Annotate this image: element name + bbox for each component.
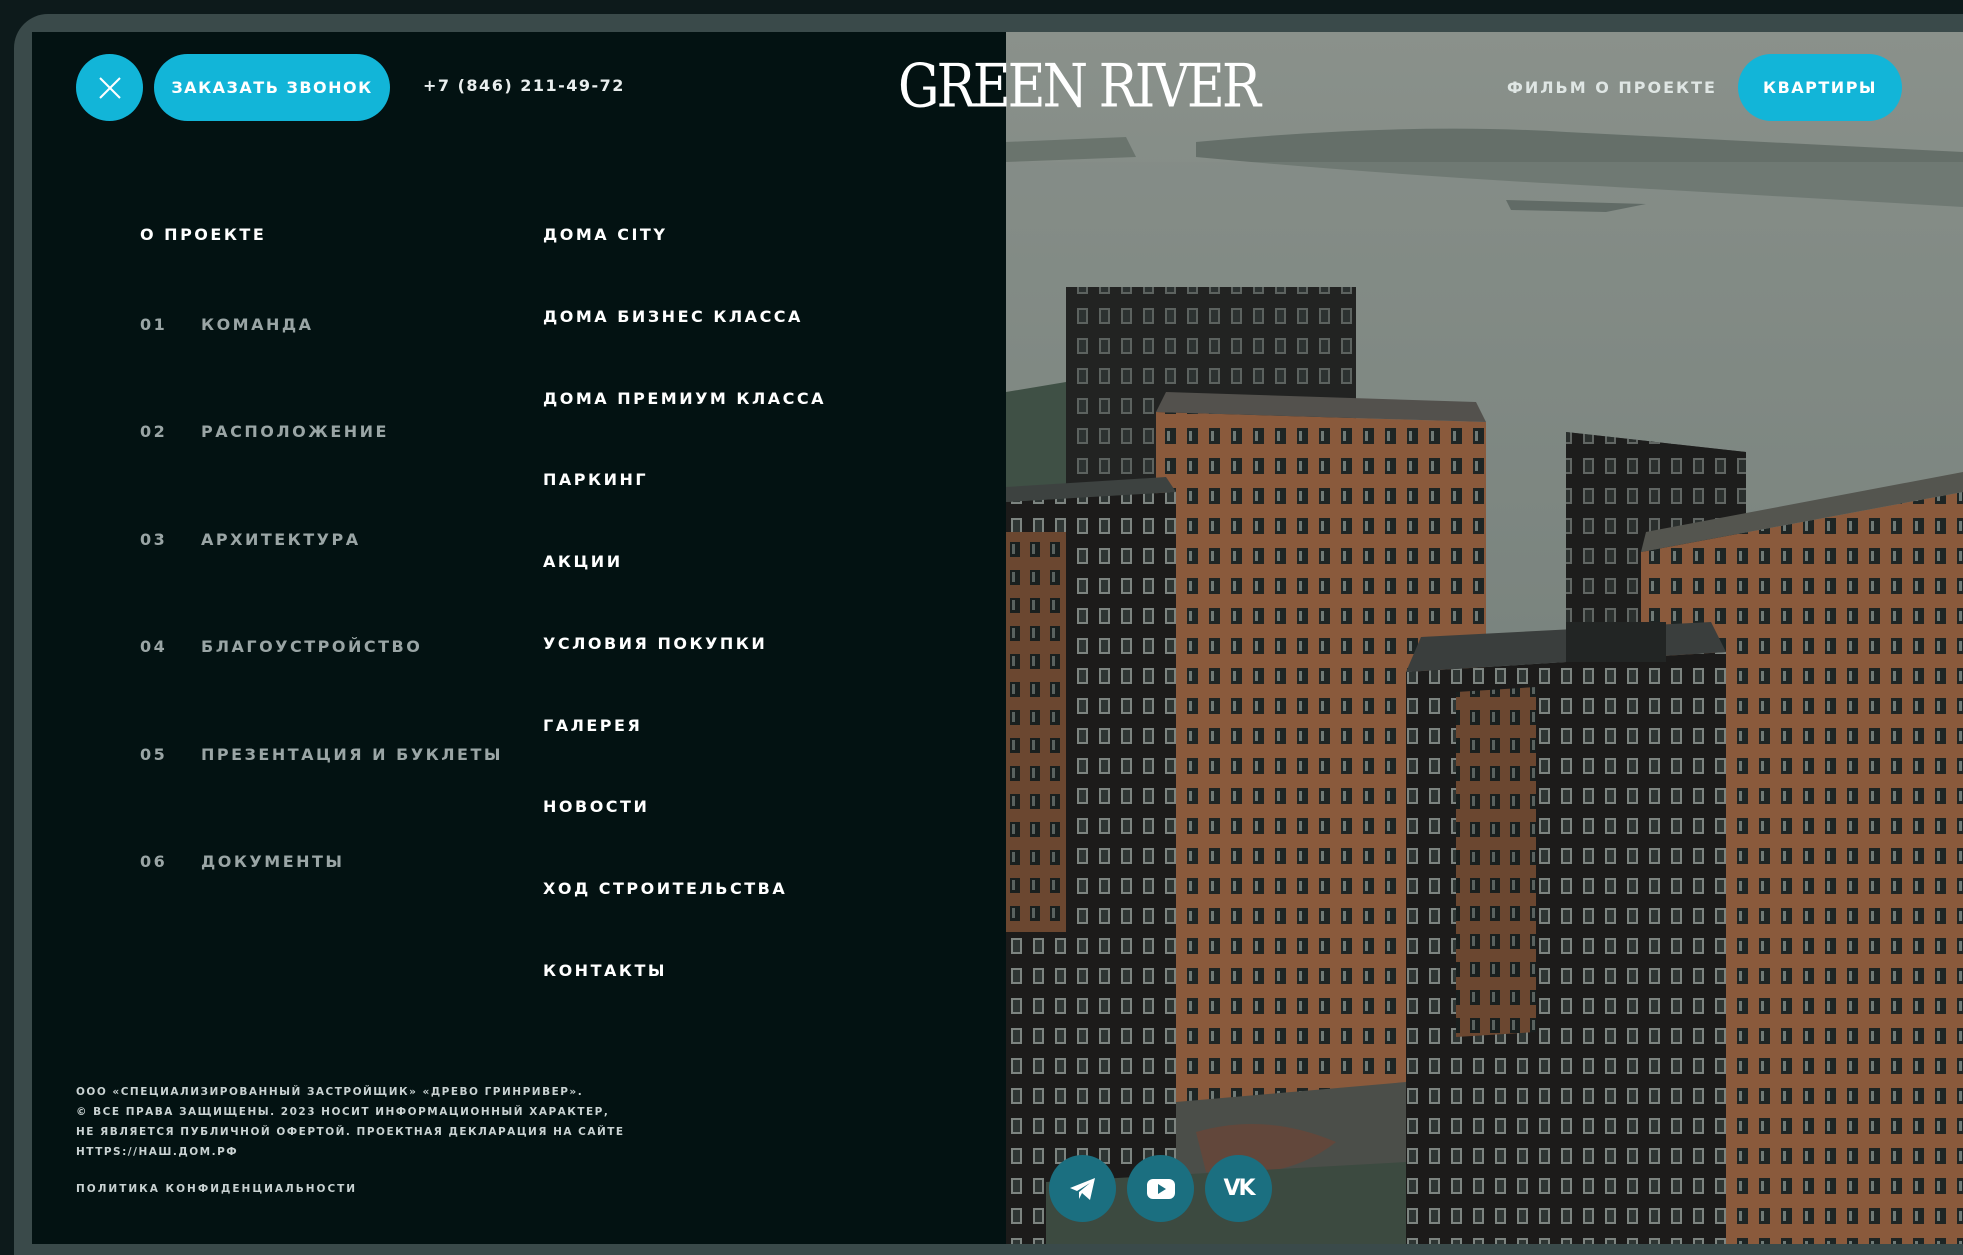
about-item-architecture[interactable]: 03 АРХИТЕКТУРА [140, 530, 361, 549]
apartments-button[interactable]: КВАРТИРЫ [1738, 54, 1902, 121]
about-item-location[interactable]: 02 РАСПОЛОЖЕНИЕ [140, 422, 389, 441]
menu-item-parking[interactable]: ПАРКИНГ [543, 470, 648, 489]
item-label: БЛАГОУСТРОЙСТВО [201, 637, 423, 656]
legal-line: НЕ ЯВЛЯЕТСЯ ПУБЛИЧНОЙ ОФЕРТОЙ. ПРОЕКТНАЯ… [76, 1126, 625, 1138]
legal-notice: ООО «СПЕЦИАЛИЗИРОВАННЫЙ ЗАСТРОЙЩИК» «ДРЕ… [76, 1082, 676, 1162]
item-number: 04 [140, 637, 168, 656]
menu-item-promotions[interactable]: АКЦИИ [543, 552, 623, 571]
youtube-icon [1146, 1178, 1175, 1199]
about-item-landscaping[interactable]: 04 БЛАГОУСТРОЙСТВО [140, 637, 422, 656]
phone-link[interactable]: +7 (846) 211-49-72 [423, 76, 625, 95]
buildings-illustration [1006, 32, 1963, 1244]
item-label: РАСПОЛОЖЕНИЕ [201, 422, 389, 441]
item-label: КОМАНДА [201, 315, 314, 334]
item-number: 02 [140, 422, 168, 441]
menu-item-news[interactable]: НОВОСТИ [543, 797, 649, 816]
item-label: ДОКУМЕНТЫ [201, 852, 345, 871]
telegram-button[interactable] [1049, 1155, 1116, 1222]
about-heading[interactable]: О ПРОЕКТЕ [140, 225, 266, 244]
close-icon [98, 76, 121, 99]
legal-line: © ВСЕ ПРАВА ЗАЩИЩЕНЫ. 2023 НОСИТ ИНФОРМА… [76, 1106, 610, 1118]
menu-item-premium[interactable]: ДОМА ПРЕМИУМ КЛАССА [543, 389, 826, 408]
menu-item-purchase-terms[interactable]: УСЛОВИЯ ПОКУПКИ [543, 634, 767, 653]
vk-button[interactable]: VK [1205, 1155, 1272, 1222]
item-number: 03 [140, 530, 168, 549]
youtube-button[interactable] [1127, 1155, 1194, 1222]
vk-icon: VK [1223, 1176, 1255, 1201]
item-number: 01 [140, 315, 168, 334]
item-number: 05 [140, 745, 168, 764]
item-label: ПРЕЗЕНТАЦИЯ И БУКЛЕТЫ [201, 745, 503, 764]
menu-item-city[interactable]: ДОМА CITY [543, 225, 667, 244]
hero-photo [1006, 32, 1963, 1244]
telegram-icon [1069, 1177, 1095, 1200]
film-link[interactable]: ФИЛЬМ О ПРОЕКТЕ [1507, 78, 1717, 97]
legal-line: ООО «СПЕЦИАЛИЗИРОВАННЫЙ ЗАСТРОЙЩИК» «ДРЕ… [76, 1086, 584, 1098]
logo[interactable]: GREEN RIVER [898, 47, 1261, 128]
legal-line: HTTPS://НАШ.ДОМ.РФ [76, 1146, 239, 1158]
menu-item-business[interactable]: ДОМА БИЗНЕС КЛАССА [543, 307, 803, 326]
menu-item-construction[interactable]: ХОД СТРОИТЕЛЬСТВА [543, 879, 787, 898]
about-item-documents[interactable]: 06 ДОКУМЕНТЫ [140, 852, 345, 871]
about-item-presentation[interactable]: 05 ПРЕЗЕНТАЦИЯ И БУКЛЕТЫ [140, 745, 503, 764]
item-label: АРХИТЕКТУРА [201, 530, 361, 549]
menu-item-gallery[interactable]: ГАЛЕРЕЯ [543, 716, 642, 735]
order-call-button[interactable]: ЗАКАЗАТЬ ЗВОНОК [154, 54, 390, 121]
close-button[interactable] [76, 54, 143, 121]
privacy-policy-link[interactable]: ПОЛИТИКА КОНФИДЕНЦИАЛЬНОСТИ [76, 1183, 357, 1195]
item-number: 06 [140, 852, 168, 871]
menu-item-contacts[interactable]: КОНТАКТЫ [543, 961, 667, 980]
about-item-team[interactable]: 01 КОМАНДА [140, 315, 314, 334]
